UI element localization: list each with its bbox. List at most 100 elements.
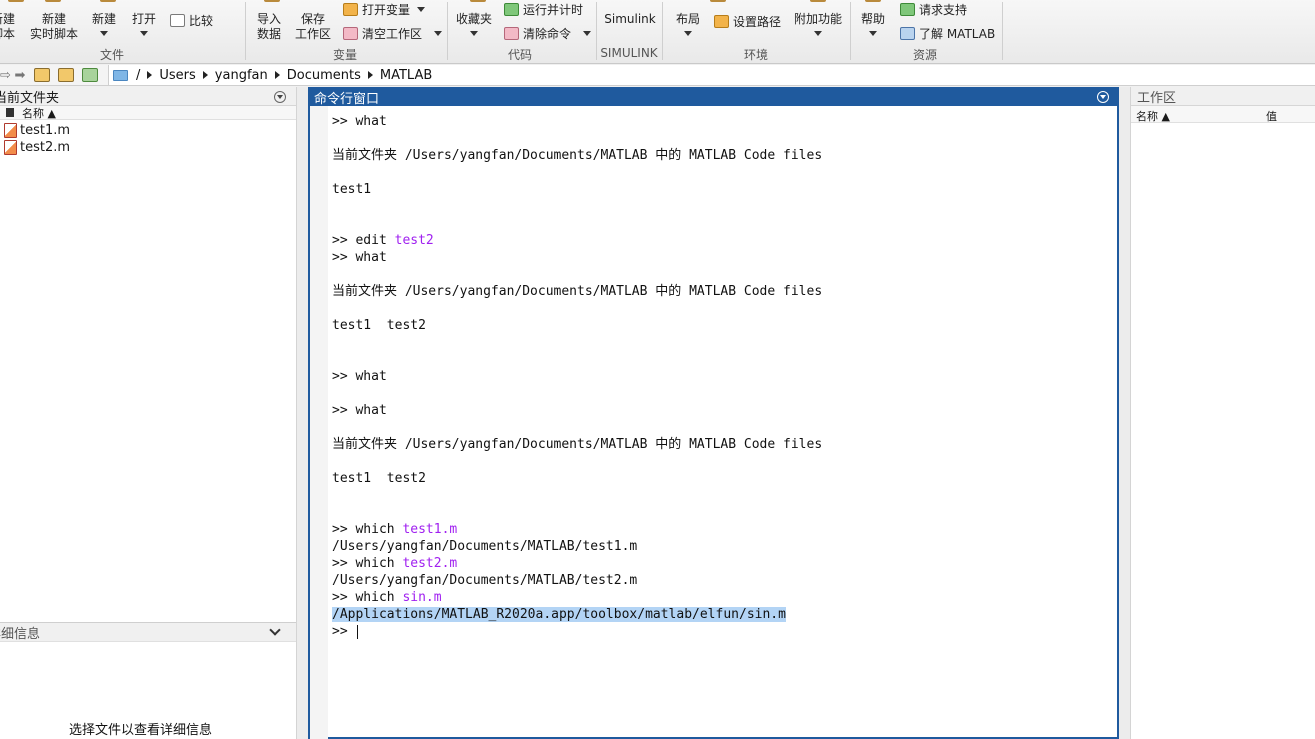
command-line: /Users/yangfan/Documents/MATLAB/test1.m [332,538,1112,555]
column-value-header[interactable]: 值 [1266,108,1277,124]
breadcrumb-documents[interactable]: Documents [287,68,361,83]
command-window[interactable]: 命令行窗口 >> what 当前文件夹 /Users/yangfan/Docume… [308,87,1119,739]
browse-folder-icon[interactable] [58,68,74,82]
new-live-label: 新建 [41,12,66,26]
chevron-down-icon [814,31,822,36]
command-text: /Users/yangfan/Documents/MATLAB/test1.m [332,539,638,554]
import-data-button[interactable]: 导入 数据 [252,12,286,42]
command-text: >> what [332,250,387,265]
breadcrumb-yangfan[interactable]: yangfan [215,68,268,83]
file-row[interactable]: test1.m [4,122,70,139]
clear-workspace-button[interactable]: 清空工作区 [343,25,443,42]
command-line [332,198,1112,215]
request-support-button[interactable]: 请求支持 [900,1,967,18]
command-line [332,130,1112,147]
breadcrumb-root[interactable]: / [136,68,140,83]
request-support-label: 请求支持 [919,3,968,17]
column-name-header[interactable]: 名称 ▲ [22,105,56,121]
top-icon [710,0,726,2]
chevron-down-icon [470,31,478,36]
file-name: test1.m [20,123,71,138]
folder-path-icon [714,15,729,28]
command-line: >> [332,623,1112,640]
breadcrumb-arrow-icon [367,71,373,79]
file-name: test2.m [20,140,71,155]
panel-menu-icon[interactable] [1097,91,1109,103]
compare-button[interactable]: 比较 [170,12,213,29]
m-file-icon [4,140,17,155]
layout-label: 布局 [675,12,700,26]
top-icon [45,0,61,2]
command-line: 当前文件夹 /Users/yangfan/Documents/MATLAB 中的… [332,436,1112,453]
simulink-button[interactable]: Simulink [602,12,658,27]
path-field[interactable]: / Users yangfan Documents MATLAB [108,65,1315,85]
command-text: >> what [332,369,387,384]
command-output[interactable]: >> what 当前文件夹 /Users/yangfan/Documents/MA… [332,113,1112,640]
caret-down-icon [417,7,426,12]
clear-workspace-icon [343,27,358,40]
run-and-time-button[interactable]: 运行并计时 [504,1,583,18]
command-window-title-bar: 命令行窗口 [310,89,1117,107]
learn-matlab-label: 了解 MATLAB [919,27,996,41]
separator [1002,2,1003,60]
import-label-2: 数据 [256,27,281,41]
open-label: 打开 [131,12,156,26]
breadcrumb-users[interactable]: Users [159,68,195,83]
search-folder-icon[interactable] [82,68,98,82]
support-icon [900,3,915,16]
caret-down-icon [434,31,443,36]
separator [850,2,851,60]
new-script-label: 新建 [0,12,15,26]
open-button[interactable]: 打开 [128,12,160,36]
chevron-down-icon [140,31,148,36]
separator [662,2,663,60]
breadcrumb-arrow-icon [274,71,280,79]
command-text: 当前文件夹 /Users/yangfan/Documents/MATLAB 中的… [332,437,823,452]
folder-icon [113,69,128,81]
new-script-button[interactable]: 新建 脚本 [0,12,20,42]
command-text: >> edit [332,233,395,248]
panel-menu-icon[interactable] [274,91,286,103]
learn-matlab-button[interactable]: 了解 MATLAB [900,25,995,42]
command-line: >> what [332,368,1112,385]
back-icon[interactable]: ⇨ [0,67,11,83]
new-label: 新建 [91,12,116,26]
chevron-down-icon[interactable] [269,624,281,636]
breadcrumb-matlab[interactable]: MATLAB [380,68,432,83]
set-path-label: 设置路径 [733,15,782,29]
up-folder-icon[interactable] [34,68,50,82]
command-line: /Applications/MATLAB_R2020a.app/toolbox/… [332,606,1112,623]
clear-commands-button[interactable]: 清除命令 [504,25,592,42]
command-text: 当前文件夹 /Users/yangfan/Documents/MATLAB 中的… [332,148,823,163]
left-splitter[interactable] [296,87,308,739]
open-variable-button[interactable]: 打开变量 [343,1,426,18]
command-text: >> which [332,556,403,571]
group-label-resources: 资源 [912,48,937,62]
save-workspace-button[interactable]: 保存 工作区 [292,12,334,42]
new-button[interactable]: 新建 [88,12,120,36]
details-title-bar[interactable]: 详细信息 [0,622,296,642]
set-path-button[interactable]: 设置路径 [714,13,781,30]
command-line: test1 test2 [332,317,1112,334]
clear-workspace-label: 清空工作区 [362,27,423,41]
command-line: >> what [332,249,1112,266]
add-ons-button[interactable]: 附加功能 [790,12,846,36]
compare-icon [170,14,185,27]
help-button[interactable]: 帮助 [856,12,890,36]
right-splitter[interactable] [1119,87,1131,739]
column-name-header[interactable]: 名称 ▲ [1136,108,1170,124]
new-live-script-button[interactable]: 新建 实时脚本 [26,12,82,42]
command-line: 当前文件夹 /Users/yangfan/Documents/MATLAB 中的… [332,147,1112,164]
forward-icon[interactable]: ➡ [10,67,30,83]
layout-button[interactable]: 布局 [670,12,706,36]
command-text: test1 test2 [332,471,426,486]
address-bar: ⇨ ➡ / Users yangfan Documents MATLAB [0,65,1315,86]
command-argument: test1.m [402,522,458,537]
command-argument: test2.m [402,556,458,571]
group-label-variable: 变量 [332,48,357,62]
new-script-label-2: 脚本 [0,27,15,41]
command-line [332,504,1112,521]
command-line: >> what [332,402,1112,419]
favorites-button[interactable]: 收藏夹 [452,12,496,36]
file-row[interactable]: test2.m [4,139,70,156]
